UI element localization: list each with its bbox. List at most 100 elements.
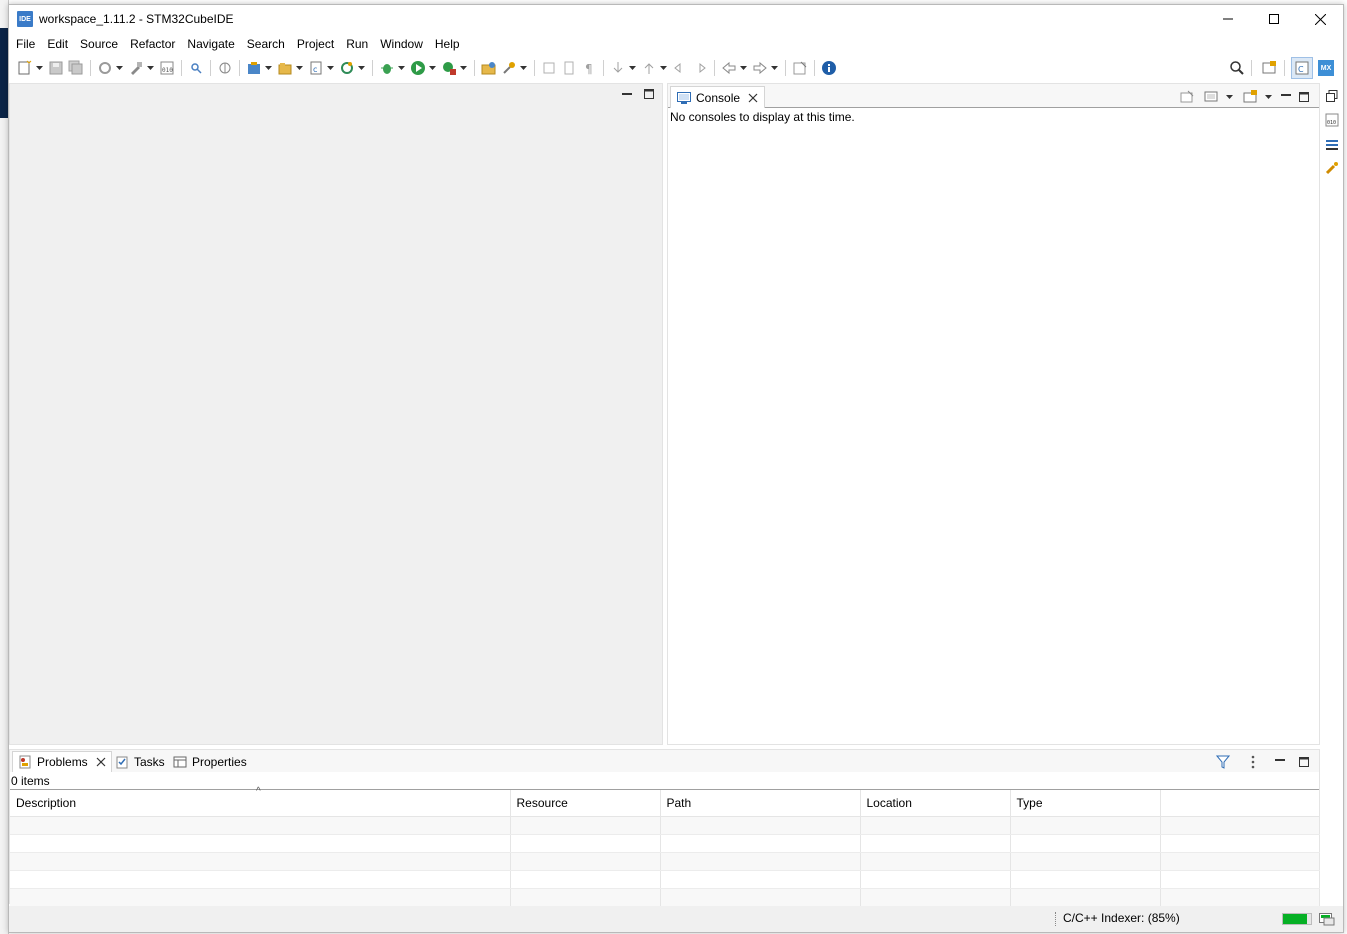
- main-window: IDE workspace_1.11.2 - STM32CubeIDE File…: [8, 4, 1344, 933]
- bug-icon[interactable]: [378, 59, 396, 77]
- open-project-dropdown[interactable]: [295, 59, 303, 77]
- column-location[interactable]: Location: [860, 790, 1011, 817]
- prev-annotation-icon[interactable]: [640, 59, 658, 77]
- menu-run[interactable]: Run: [340, 34, 374, 54]
- tab-properties[interactable]: Properties: [168, 751, 252, 772]
- close-button[interactable]: [1297, 5, 1343, 33]
- bug-dropdown[interactable]: [397, 59, 405, 77]
- save-all-icon[interactable]: [67, 59, 85, 77]
- mx-perspective-button[interactable]: MX: [1315, 57, 1337, 79]
- display-console-dropdown[interactable]: [1225, 88, 1233, 106]
- build-dropdown[interactable]: [146, 59, 154, 77]
- back-dropdown[interactable]: [739, 59, 747, 77]
- build-icon[interactable]: [127, 59, 145, 77]
- problems-view[interactable]: Problems Tasks Properties 0 items Descri…: [9, 749, 1320, 907]
- progress-view-icon[interactable]: [1319, 912, 1335, 926]
- last-edit-icon[interactable]: [671, 59, 689, 77]
- close-icon[interactable]: [748, 93, 758, 103]
- menu-help[interactable]: Help: [429, 34, 466, 54]
- column-resource[interactable]: Resource: [510, 790, 661, 817]
- menu-refactor[interactable]: Refactor: [124, 34, 181, 54]
- column-path[interactable]: Path: [660, 790, 861, 817]
- back-icon[interactable]: [720, 59, 738, 77]
- open-console-icon[interactable]: [1241, 88, 1259, 106]
- pin-dropdown[interactable]: [519, 59, 527, 77]
- pin-console-icon[interactable]: [1178, 88, 1196, 106]
- binary-icon[interactable]: 010: [158, 59, 176, 77]
- indexer-progress-bar[interactable]: [1282, 913, 1312, 925]
- new-dropdown[interactable]: [35, 59, 43, 77]
- memory-icon[interactable]: 010: [1323, 111, 1341, 129]
- show-whitespace-icon[interactable]: ¶: [580, 59, 598, 77]
- run-dropdown[interactable]: [428, 59, 436, 77]
- display-console-icon[interactable]: [1202, 88, 1220, 106]
- maximize-console-button[interactable]: [1297, 90, 1311, 104]
- new-class-icon[interactable]: c: [307, 59, 325, 77]
- pin-icon[interactable]: [500, 59, 518, 77]
- problems-table[interactable]: Description ^ Resource Path Location Type: [10, 786, 1320, 907]
- menu-navigate[interactable]: Navigate: [181, 34, 240, 54]
- column-type[interactable]: Type: [1010, 790, 1161, 817]
- close-icon[interactable]: [96, 757, 106, 767]
- maximize-problems-button[interactable]: [1297, 755, 1311, 769]
- build-analyzer-icon[interactable]: [1323, 159, 1341, 177]
- next-edit-icon[interactable]: [691, 59, 709, 77]
- open-perspective-button[interactable]: [1258, 57, 1280, 79]
- maximize-editor-button[interactable]: [642, 87, 656, 101]
- forward-icon[interactable]: [751, 59, 769, 77]
- new-project-dropdown[interactable]: [264, 59, 272, 77]
- open-console-dropdown[interactable]: [1264, 88, 1272, 106]
- toggle-mark-icon[interactable]: [540, 59, 558, 77]
- registers-icon[interactable]: [1323, 135, 1341, 153]
- filter-icon[interactable]: [1214, 753, 1232, 771]
- menu-edit[interactable]: Edit: [41, 34, 74, 54]
- next-annotation-dropdown[interactable]: [628, 59, 636, 77]
- minimize-problems-button[interactable]: [1273, 755, 1287, 769]
- new-project-icon[interactable]: [245, 59, 263, 77]
- editor-area[interactable]: [9, 83, 663, 745]
- tab-tasks[interactable]: Tasks: [110, 751, 170, 772]
- new-icon[interactable]: [16, 59, 34, 77]
- tab-console[interactable]: Console: [670, 86, 766, 108]
- restore-icon[interactable]: [1323, 87, 1341, 105]
- menu-search[interactable]: Search: [241, 34, 291, 54]
- view-menu-icon[interactable]: [1244, 753, 1262, 771]
- external-tools-icon[interactable]: [440, 59, 458, 77]
- build-all-dropdown[interactable]: [115, 59, 123, 77]
- run-icon[interactable]: [409, 59, 427, 77]
- open-project-icon[interactable]: [276, 59, 294, 77]
- external-tools-dropdown[interactable]: [459, 59, 467, 77]
- refresh-icon[interactable]: [338, 59, 356, 77]
- minimize-button[interactable]: [1205, 5, 1251, 33]
- cpp-perspective-button[interactable]: C: [1291, 57, 1313, 79]
- console-view[interactable]: Console No consoles to display at this t…: [667, 83, 1320, 745]
- info-icon[interactable]: [820, 59, 838, 77]
- search-icon[interactable]: [187, 59, 205, 77]
- problems-tab-bar: Problems Tasks Properties: [10, 750, 1319, 772]
- refresh-dropdown[interactable]: [357, 59, 365, 77]
- debug-icon[interactable]: [216, 59, 234, 77]
- table-row: [10, 834, 1320, 853]
- menu-window[interactable]: Window: [374, 34, 429, 54]
- new-class-dropdown[interactable]: [326, 59, 334, 77]
- column-description[interactable]: Description ^: [10, 786, 511, 817]
- block-select-icon[interactable]: [560, 59, 578, 77]
- minimize-console-button[interactable]: [1279, 90, 1293, 104]
- title-bar[interactable]: IDE workspace_1.11.2 - STM32CubeIDE: [9, 5, 1343, 33]
- open-folder-icon[interactable]: [480, 59, 498, 77]
- menu-project[interactable]: Project: [291, 34, 340, 54]
- maximize-icon: [1299, 92, 1309, 102]
- forward-dropdown[interactable]: [770, 59, 778, 77]
- save-icon[interactable]: [47, 59, 65, 77]
- menu-file[interactable]: File: [10, 34, 41, 54]
- tab-problems[interactable]: Problems: [12, 751, 112, 772]
- prev-annotation-dropdown[interactable]: [659, 59, 667, 77]
- menu-source[interactable]: Source: [74, 34, 124, 54]
- next-annotation-icon[interactable]: [609, 59, 627, 77]
- minimize-editor-button[interactable]: [620, 87, 634, 101]
- maximize-button[interactable]: [1251, 5, 1297, 33]
- global-search-icon[interactable]: [1228, 59, 1246, 77]
- maximize-icon: [1269, 14, 1279, 24]
- build-all-icon[interactable]: [96, 59, 114, 77]
- pin-editor-icon[interactable]: [791, 59, 809, 77]
